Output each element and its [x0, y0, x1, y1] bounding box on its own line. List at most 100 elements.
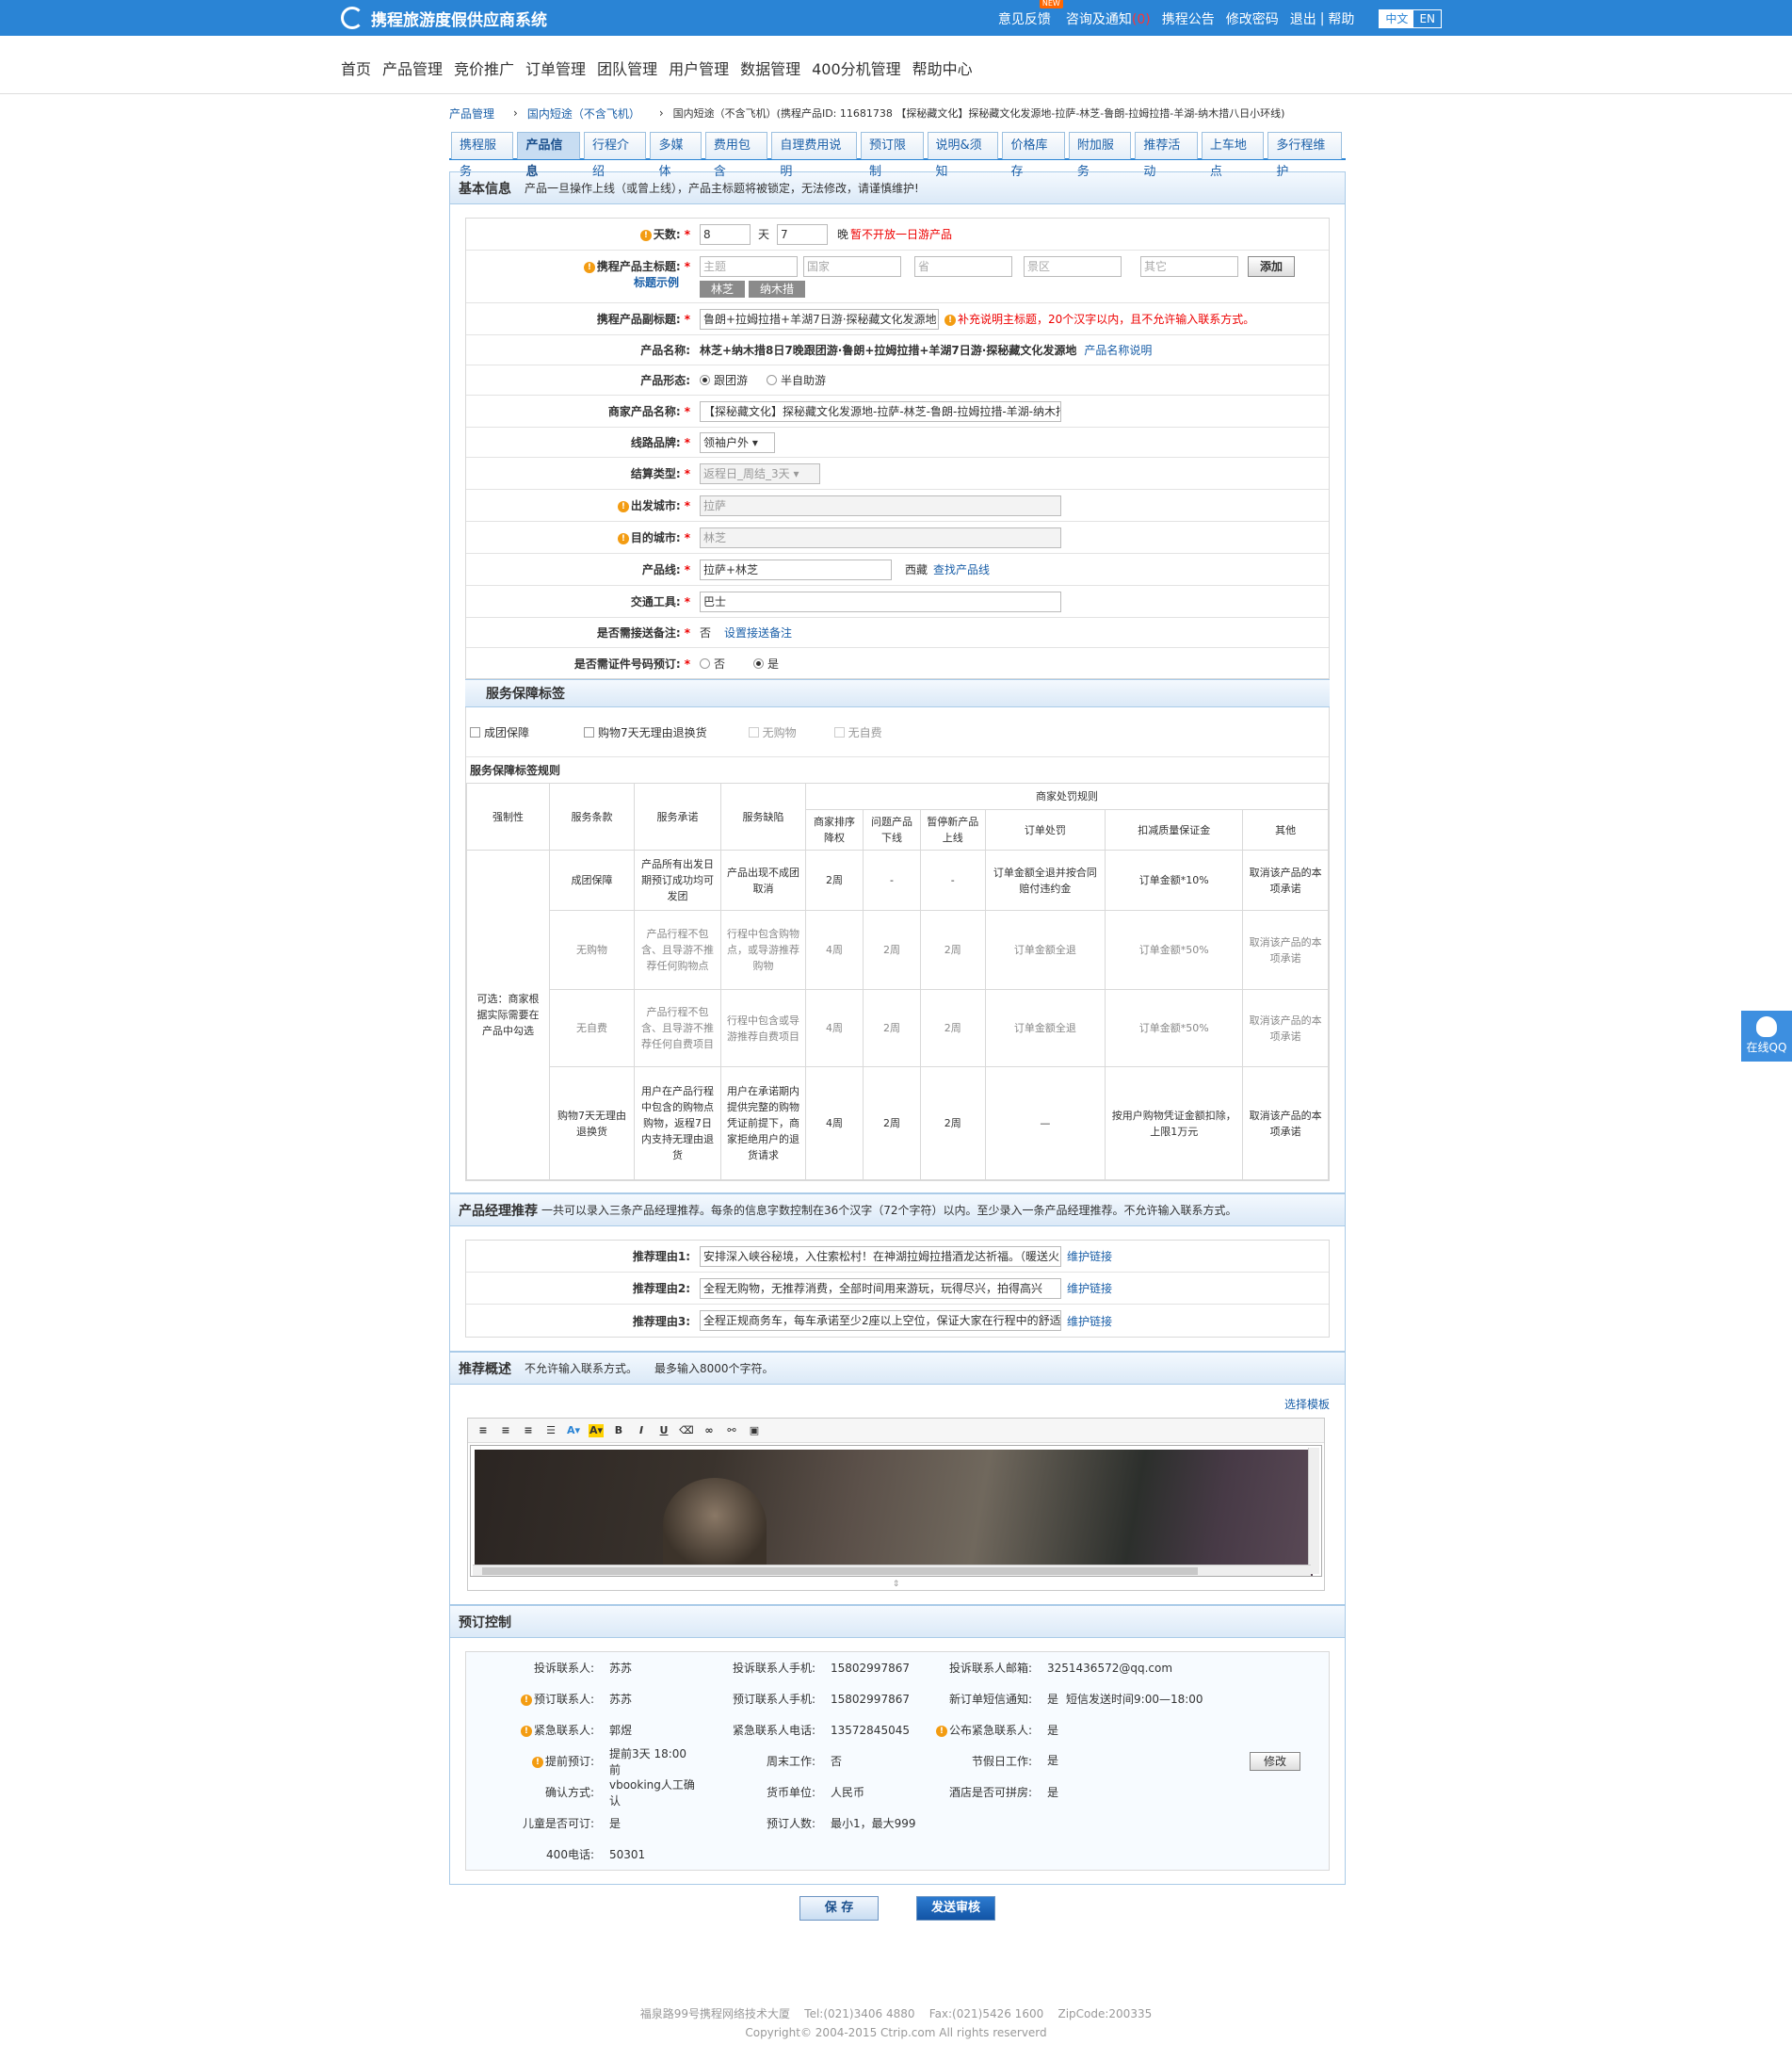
tab-product-info[interactable]: 产品信息	[517, 132, 580, 179]
title-chip[interactable]: 纳木措	[749, 280, 806, 298]
info-icon: !	[520, 1725, 532, 1737]
reason-2-input[interactable]: 全程无购物，无推荐消费，全部时间用来游玩，玩得尽兴，拍得高兴	[700, 1277, 1061, 1299]
italic-icon[interactable]: I	[634, 1424, 649, 1437]
editor-horizontal-scrollbar[interactable]	[473, 1565, 1311, 1576]
set-transfer-link[interactable]: 设置接送备注	[724, 624, 792, 641]
tab-booking-limit[interactable]: 预订限制	[861, 132, 924, 179]
tab-self-fee[interactable]: 自理费用说明	[771, 132, 858, 179]
new-badge: NEW	[1039, 0, 1063, 8]
maintain-link-2[interactable]: 维护链接	[1067, 1280, 1112, 1296]
modify-button[interactable]: 修改	[1249, 1751, 1300, 1771]
breadcrumb-product[interactable]: 产品管理	[449, 105, 494, 122]
chk-group-guarantee[interactable]	[470, 726, 480, 738]
submit-review-button[interactable]: 发送审核	[916, 1896, 995, 1921]
image-icon[interactable]: ▣	[747, 1424, 762, 1437]
unlink-icon[interactable]: ⚯	[724, 1424, 739, 1437]
nav-home[interactable]: 首页	[341, 57, 371, 79]
save-button[interactable]: 保 存	[799, 1896, 879, 1921]
align-center-icon[interactable]: ≡	[498, 1424, 513, 1437]
tab-pickup[interactable]: 上车地点	[1201, 132, 1265, 179]
tab-multimedia[interactable]: 多媒体	[650, 132, 702, 179]
settle-select[interactable]: 返程日_周结_3天 ▾	[700, 462, 820, 484]
nav-users[interactable]: 用户管理	[669, 57, 729, 79]
basic-info-note: 产品一旦操作上线（或曾上线），产品主标题将被锁定，无法修改，请谨慎维护!	[525, 182, 919, 195]
tab-itinerary[interactable]: 行程介绍	[583, 132, 647, 179]
nav-help[interactable]: 帮助中心	[912, 57, 973, 79]
id-radio-yes[interactable]	[753, 657, 765, 669]
breadcrumb-category[interactable]: 国内短途（不含飞机）	[527, 105, 640, 122]
maintain-link-1[interactable]: 维护链接	[1067, 1248, 1112, 1264]
nights-input[interactable]: 7	[777, 223, 829, 245]
help-link[interactable]: 帮助	[1328, 9, 1354, 28]
tab-extra-service[interactable]: 附加服务	[1068, 132, 1132, 179]
subtitle-input[interactable]: 鲁朗+拉姆拉措+羊湖7日游·探秘藏文化发源地	[700, 308, 939, 330]
site-title: 携程旅游度假供应商系统	[371, 10, 547, 30]
change-password-link[interactable]: 修改密码	[1226, 9, 1279, 28]
product-name-help-link[interactable]: 产品名称说明	[1084, 342, 1152, 358]
logout-link[interactable]: 退出	[1290, 9, 1316, 28]
tab-promotion[interactable]: 推荐活动	[1135, 132, 1198, 179]
top-links: 意见反馈 NEW 咨询及通知(0) 携程公告 修改密码 退出 | 帮助 中文 EN	[987, 0, 1442, 28]
service-rules-title: 服务保障标签规则	[466, 756, 1329, 783]
form-radio-semi[interactable]	[767, 375, 778, 385]
title-chip[interactable]: 林芝	[700, 280, 746, 298]
form-radio-group[interactable]	[700, 375, 710, 385]
chk-no-selfpay[interactable]	[833, 726, 845, 738]
days-input[interactable]: 8	[700, 223, 751, 245]
maintain-link-3[interactable]: 维护链接	[1067, 1313, 1112, 1329]
tab-multi-itinerary[interactable]: 多行程维护	[1267, 132, 1342, 179]
merchant-name-input[interactable]: 【探秘藏文化】探秘藏文化发源地-拉萨-林芝-鲁朗-拉姆拉措-羊湖-纳木措	[700, 400, 1061, 422]
notice-link[interactable]: 携程公告	[1162, 9, 1215, 28]
tab-ctrip-service[interactable]: 携程服务	[451, 132, 514, 179]
resize-handle-icon[interactable]: ⇕	[468, 1579, 1324, 1590]
consult-link[interactable]: 咨询及通知(0)	[1066, 9, 1151, 28]
editor-content[interactable]	[470, 1445, 1322, 1577]
chk-shopping-return[interactable]	[584, 726, 595, 738]
scenic-input[interactable]: 景区	[1024, 255, 1122, 277]
nav-data[interactable]: 数据管理	[740, 57, 800, 79]
basic-form: ! 天数: * 8 天 7 晚 暂不开放一日游产品 ! 携程产品主标题: * 标题示例 主…	[465, 218, 1330, 679]
feedback-link[interactable]: 意见反馈 NEW	[998, 0, 1063, 28]
brand-select[interactable]: 领袖户外 ▾	[700, 431, 775, 453]
highlight-color-icon[interactable]: A▾	[589, 1423, 604, 1437]
other-input[interactable]: 其它	[1140, 255, 1238, 277]
theme-input[interactable]: 主题	[700, 255, 798, 277]
destination-city-input[interactable]: 林芝	[700, 527, 1061, 548]
font-color-icon[interactable]: A▾	[566, 1424, 581, 1437]
product-line-input[interactable]: 拉萨+林芝	[700, 559, 892, 580]
nav-product[interactable]: 产品管理	[382, 57, 443, 79]
site-logo[interactable]: 携程旅游度假供应商系统	[341, 6, 547, 30]
nav-orders[interactable]: 订单管理	[525, 57, 586, 79]
chk-no-shopping[interactable]	[748, 726, 759, 738]
bold-icon[interactable]: B	[611, 1424, 626, 1437]
lang-zh[interactable]: 中文	[1380, 10, 1414, 27]
id-radio-no[interactable]	[700, 657, 710, 669]
basic-info-panel: 基本信息 产品一旦操作上线（或曾上线），产品主标题将被锁定，无法修改，请谨慎维护!…	[449, 171, 1346, 1193]
link-icon[interactable]: ∞	[702, 1424, 717, 1437]
eraser-icon[interactable]: ⌫	[679, 1424, 694, 1437]
tab-price-stock[interactable]: 价格库存	[1002, 132, 1065, 179]
add-title-button[interactable]: 添加	[1248, 255, 1296, 277]
province-input[interactable]: 省	[914, 255, 1012, 277]
nav-400[interactable]: 400分机管理	[812, 57, 901, 79]
nav-promotion[interactable]: 竞价推广	[454, 57, 514, 79]
title-example-link[interactable]: 标题示例	[634, 276, 690, 289]
nav-team[interactable]: 团队管理	[597, 57, 657, 79]
align-justify-icon[interactable]: ☰	[543, 1424, 558, 1437]
align-right-icon[interactable]: ≡	[521, 1424, 536, 1437]
underline-icon[interactable]: U	[656, 1424, 671, 1437]
tab-notes[interactable]: 说明&须知	[927, 132, 999, 179]
find-line-link[interactable]: 查找产品线	[933, 561, 990, 577]
align-left-icon[interactable]: ≡	[476, 1424, 491, 1437]
traffic-input[interactable]: 巴士	[700, 591, 1061, 612]
choose-template-link[interactable]: 选择模板	[1284, 1398, 1330, 1411]
online-qq-button[interactable]: 在线QQ	[1741, 1011, 1792, 1062]
editor-vertical-scrollbar[interactable]	[1308, 1448, 1319, 1574]
info-icon: !	[520, 1694, 532, 1706]
country-input[interactable]: 国家	[803, 255, 901, 277]
reason-3-input[interactable]: 全程正规商务车，每车承诺至少2座以上空位，保证大家在行程中的舒适	[700, 1310, 1061, 1331]
reason-1-input[interactable]: 安排深入峡谷秘境，入住索松村！在神湖拉姆拉措酒龙达祈福。（暖送火	[700, 1245, 1061, 1267]
departure-city-input[interactable]: 拉萨	[700, 495, 1061, 516]
lang-en[interactable]: EN	[1413, 10, 1441, 27]
tab-fee-include[interactable]: 费用包含	[704, 132, 768, 179]
